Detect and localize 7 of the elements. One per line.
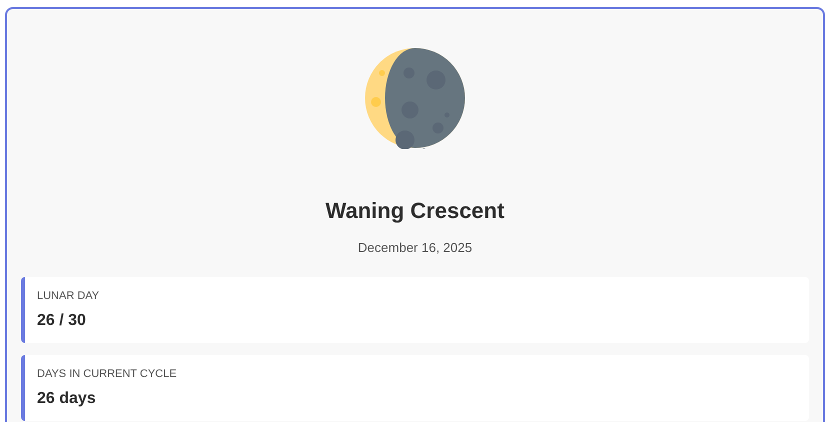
phase-title: Waning Crescent	[326, 198, 504, 224]
stat-label: LUNAR DAY	[37, 290, 100, 302]
stat-value: 26 / 30	[37, 312, 87, 330]
phase-date: December 16, 2025	[358, 240, 472, 255]
stat-label: DAYS IN CURRENT CYCLE	[37, 368, 178, 380]
moon-icon	[364, 47, 466, 149]
stat-value: 26 days	[37, 390, 97, 408]
